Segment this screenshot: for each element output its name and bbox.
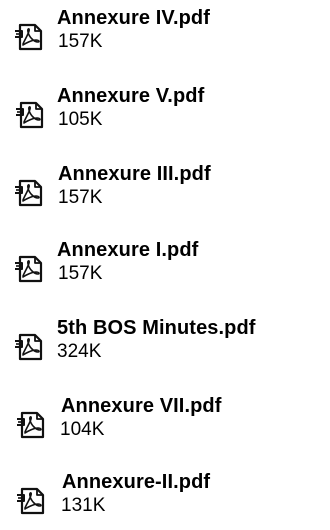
file-size: 157K bbox=[58, 263, 103, 284]
file-name-link[interactable]: Annexure VII.pdf bbox=[61, 394, 222, 418]
pdf-file-icon bbox=[12, 250, 48, 286]
file-size: 324K bbox=[57, 341, 102, 362]
file-name-link[interactable]: Annexure V.pdf bbox=[57, 84, 204, 108]
pdf-file-icon bbox=[13, 96, 49, 132]
file-size: 157K bbox=[58, 31, 103, 52]
file-size: 104K bbox=[60, 419, 105, 440]
file-name-link[interactable]: Annexure IV.pdf bbox=[57, 6, 210, 30]
file-name-link[interactable]: Annexure I.pdf bbox=[57, 238, 198, 262]
pdf-file-icon bbox=[14, 406, 50, 442]
file-item[interactable]: Annexure V.pdf 105K bbox=[6, 84, 326, 144]
file-item[interactable]: Annexure III.pdf 157K bbox=[6, 162, 326, 222]
file-size: 131K bbox=[61, 495, 106, 516]
file-item[interactable]: Annexure IV.pdf 157K bbox=[6, 6, 326, 66]
file-item[interactable]: Annexure VII.pdf 104K bbox=[6, 394, 326, 454]
pdf-file-icon bbox=[12, 18, 48, 54]
file-name-link[interactable]: Annexure-II.pdf bbox=[62, 470, 210, 494]
file-name-link[interactable]: Annexure III.pdf bbox=[58, 162, 211, 186]
file-size: 157K bbox=[58, 187, 103, 208]
file-size: 105K bbox=[58, 109, 103, 130]
file-item[interactable]: Annexure-II.pdf 131K bbox=[6, 470, 326, 530]
pdf-file-icon bbox=[14, 482, 50, 518]
pdf-file-icon bbox=[12, 174, 48, 210]
file-item[interactable]: Annexure I.pdf 157K bbox=[6, 238, 326, 298]
file-item[interactable]: 5th BOS Minutes.pdf 324K bbox=[6, 316, 326, 376]
file-name-link[interactable]: 5th BOS Minutes.pdf bbox=[57, 316, 256, 340]
pdf-file-icon bbox=[12, 328, 48, 364]
file-list: Annexure IV.pdf 157K Annexure V.pdf 105K… bbox=[0, 0, 330, 525]
